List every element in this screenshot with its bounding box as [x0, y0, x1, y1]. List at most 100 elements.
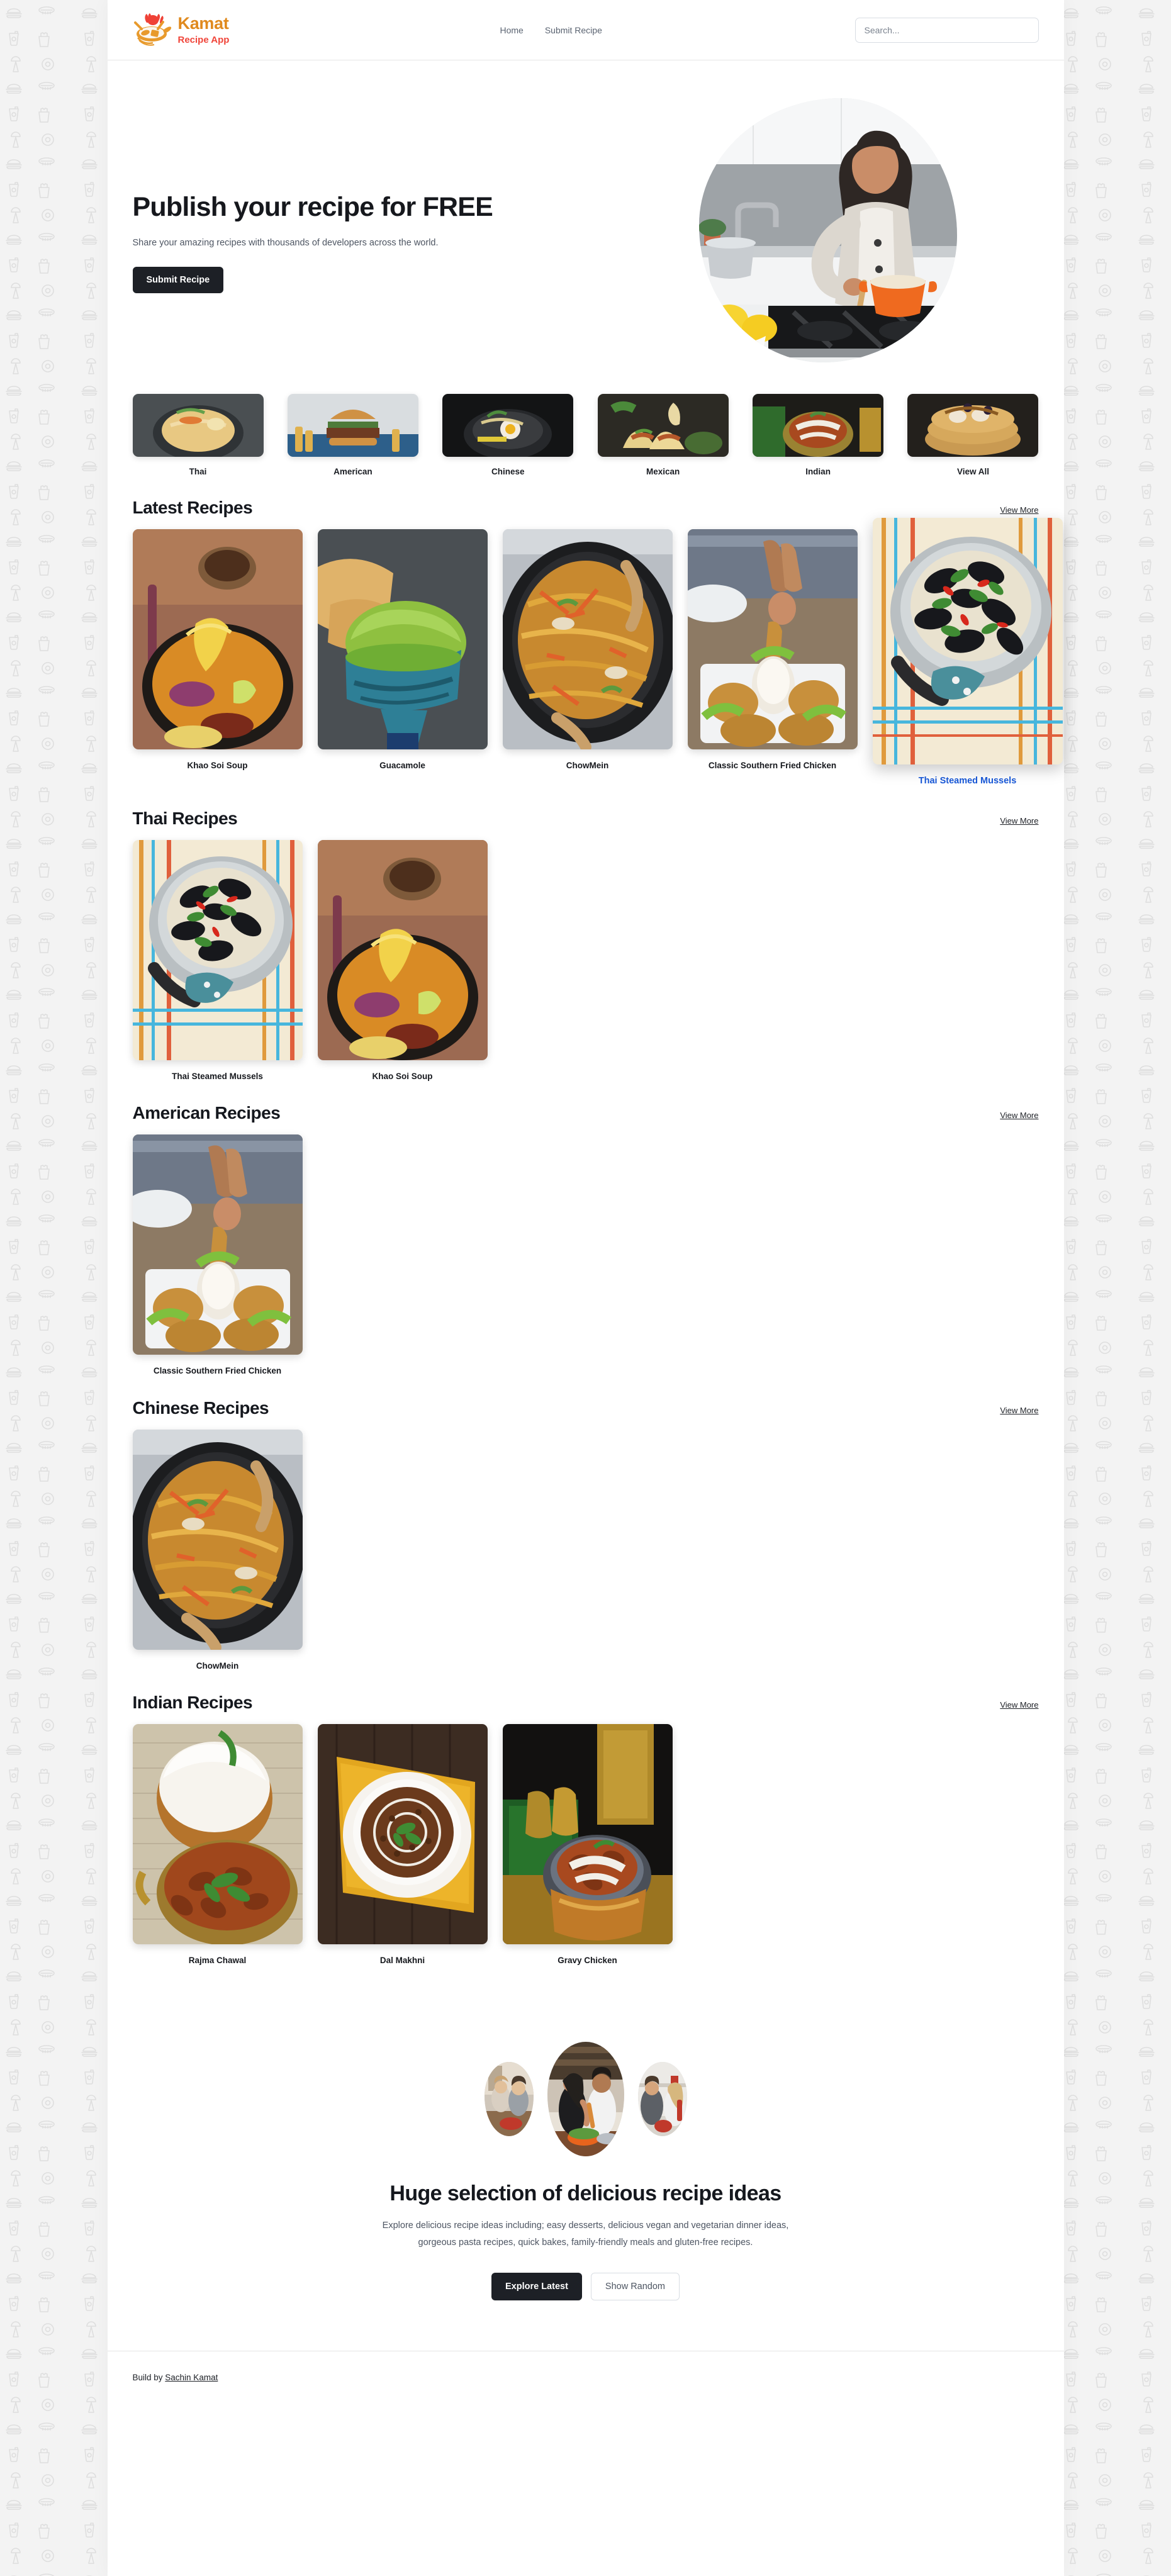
- brand-name-secondary: Recipe App: [177, 35, 230, 45]
- recipe-title: Thai Steamed Mussels: [172, 1071, 263, 1081]
- recipe-image: [317, 529, 488, 749]
- view-more-link[interactable]: View More: [1000, 505, 1038, 518]
- category-thumb: [442, 394, 574, 457]
- view-more-link[interactable]: View More: [1000, 1406, 1038, 1418]
- hero-section: Publish your recipe for FREE Share your …: [108, 60, 1064, 388]
- section-header: Chinese Recipes View More: [133, 1398, 1039, 1418]
- recipe-title: Classic Southern Fried Chicken: [708, 761, 837, 770]
- recipe-image: [872, 518, 1063, 764]
- category-label: Thai: [189, 467, 207, 476]
- recipe-card-row: Classic Southern Fried Chicken: [132, 1134, 1039, 1377]
- explore-latest-button[interactable]: Explore Latest: [491, 2272, 582, 2300]
- recipe-card-khao-soi-soup[interactable]: Khao Soi Soup: [317, 839, 488, 1082]
- woman-cooking-illustration: [698, 98, 957, 362]
- cta-photo-left: [484, 2062, 534, 2137]
- recipe-title: Khao Soi Soup: [187, 761, 248, 770]
- recipe-title: ChowMein: [566, 761, 609, 770]
- section-thai-recipes: Thai Recipes View More Thai Steamed Muss…: [108, 787, 1064, 1082]
- cta-actions: Explore Latest Show Random: [133, 2272, 1039, 2300]
- recipe-image: [502, 529, 673, 749]
- category-thumb: [597, 394, 729, 457]
- category-card-american[interactable]: American: [287, 394, 418, 476]
- recipe-card-khao-soi-soup[interactable]: Khao Soi Soup: [132, 529, 303, 771]
- category-card-chinese[interactable]: Chinese: [442, 394, 574, 476]
- category-label: Chinese: [491, 467, 525, 476]
- section-title: Indian Recipes: [132, 1693, 253, 1713]
- view-more-link[interactable]: View More: [1000, 816, 1038, 829]
- hero-title: Publish your recipe for FREE: [132, 192, 493, 223]
- recipe-card-row: Khao Soi Soup Guacamole ChowMein Classic…: [132, 518, 1063, 787]
- hero-submit-recipe-button[interactable]: Submit Recipe: [132, 266, 224, 293]
- search-container: [854, 17, 1039, 43]
- category-label: American: [333, 467, 373, 476]
- recipe-image: [317, 839, 488, 1060]
- section-title: Latest Recipes: [132, 498, 253, 517]
- recipe-title: Dal Makhni: [379, 1956, 425, 1966]
- recipe-card-thai-steamed-mussels[interactable]: Thai Steamed Mussels: [132, 839, 303, 1082]
- recipe-image: [132, 1724, 303, 1945]
- search-input[interactable]: [854, 17, 1039, 43]
- recipe-image: [687, 529, 858, 749]
- category-card-view-all[interactable]: View All: [907, 394, 1039, 476]
- recipe-image: [317, 1724, 488, 1945]
- section-american-recipes: American Recipes View More Classic South…: [108, 1082, 1064, 1377]
- hero-image: [698, 98, 957, 362]
- hero-copy: Publish your recipe for FREE Share your …: [132, 167, 493, 293]
- main-navigation: Home Submit Recipe: [500, 25, 602, 35]
- category-thumb: [132, 394, 264, 457]
- recipe-card-gravy-chicken[interactable]: Gravy Chicken: [502, 1724, 673, 1966]
- brand-logo[interactable]: Kamat Recipe App: [133, 11, 230, 49]
- cta-description: Explore delicious recipe ideas including…: [382, 2220, 789, 2248]
- view-more-link[interactable]: View More: [1000, 1700, 1038, 1713]
- recipe-card-classic-southern-fried-chicken[interactable]: Classic Southern Fried Chicken: [132, 1134, 303, 1377]
- cta-photo-group: [133, 2042, 1039, 2157]
- hero-subtitle: Share your amazing recipes with thousand…: [132, 237, 439, 248]
- view-more-link[interactable]: View More: [1000, 1111, 1038, 1123]
- category-card-mexican[interactable]: Mexican: [597, 394, 729, 476]
- section-latest-recipes: Latest Recipes View More Khao Soi Soup G…: [108, 476, 1064, 787]
- section-title: Thai Recipes: [132, 808, 238, 828]
- section-header: Latest Recipes View More: [133, 498, 1039, 518]
- category-label: View All: [956, 467, 989, 476]
- recipe-card-row: Thai Steamed Mussels Khao Soi Soup: [132, 839, 1039, 1082]
- section-title: American Recipes: [132, 1103, 281, 1123]
- recipe-title: Guacamole: [379, 761, 425, 770]
- recipe-card-dal-makhni[interactable]: Dal Makhni: [317, 1724, 488, 1966]
- nav-item-submit-recipe[interactable]: Submit Recipe: [545, 25, 602, 35]
- cta-section: Huge selection of delicious recipe ideas…: [108, 1966, 1064, 2351]
- category-thumb: [287, 394, 418, 457]
- section-indian-recipes: Indian Recipes View More Rajma Chawal Da…: [108, 1671, 1064, 1966]
- footer-author-link[interactable]: Sachin Kamat: [165, 2373, 218, 2382]
- category-row: Thai American Chinese Mexican Indian Vie…: [108, 388, 1064, 476]
- section-header: American Recipes View More: [133, 1103, 1039, 1123]
- page-container: Kamat Recipe App Home Submit Recipe Publ…: [107, 0, 1064, 2576]
- recipe-image: [132, 839, 303, 1060]
- section-chinese-recipes: Chinese Recipes View More ChowMein: [108, 1377, 1064, 1672]
- recipe-card-guacamole[interactable]: Guacamole: [317, 529, 488, 771]
- category-card-thai[interactable]: Thai: [132, 394, 264, 476]
- recipe-card-row: Rajma Chawal Dal Makhni Gravy Chicken: [132, 1724, 1039, 1966]
- nav-item-home[interactable]: Home: [500, 25, 523, 35]
- recipe-title: Rajma Chawal: [188, 1956, 247, 1966]
- category-card-indian[interactable]: Indian: [753, 394, 884, 476]
- recipe-title: Thai Steamed Mussels: [918, 776, 1017, 786]
- recipe-card-rajma-chawal[interactable]: Rajma Chawal: [132, 1724, 303, 1966]
- section-title: Chinese Recipes: [132, 1397, 269, 1418]
- site-footer: Build by Sachin Kamat: [107, 2350, 1064, 2404]
- recipe-image: [132, 1134, 303, 1355]
- cta-title: Huge selection of delicious recipe ideas: [389, 2181, 782, 2206]
- cta-photo-right: [637, 2062, 687, 2137]
- recipe-card-chowmein[interactable]: ChowMein: [132, 1429, 303, 1672]
- recipe-card-chowmein[interactable]: ChowMein: [502, 529, 673, 771]
- section-header: Indian Recipes View More: [133, 1693, 1039, 1713]
- recipe-title: Gravy Chicken: [557, 1956, 617, 1966]
- recipe-title: Classic Southern Fried Chicken: [153, 1366, 282, 1376]
- recipe-card-thai-steamed-mussels[interactable]: Thai Steamed Mussels: [872, 518, 1063, 787]
- category-thumb: [907, 394, 1039, 457]
- recipe-image: [502, 1724, 673, 1945]
- site-header: Kamat Recipe App Home Submit Recipe: [107, 0, 1064, 60]
- recipe-card-classic-southern-fried-chicken[interactable]: Classic Southern Fried Chicken: [687, 529, 858, 771]
- show-random-button[interactable]: Show Random: [590, 2272, 680, 2300]
- footer-prefix: Build by: [132, 2372, 165, 2382]
- brand-name-primary: Kamat: [177, 14, 229, 33]
